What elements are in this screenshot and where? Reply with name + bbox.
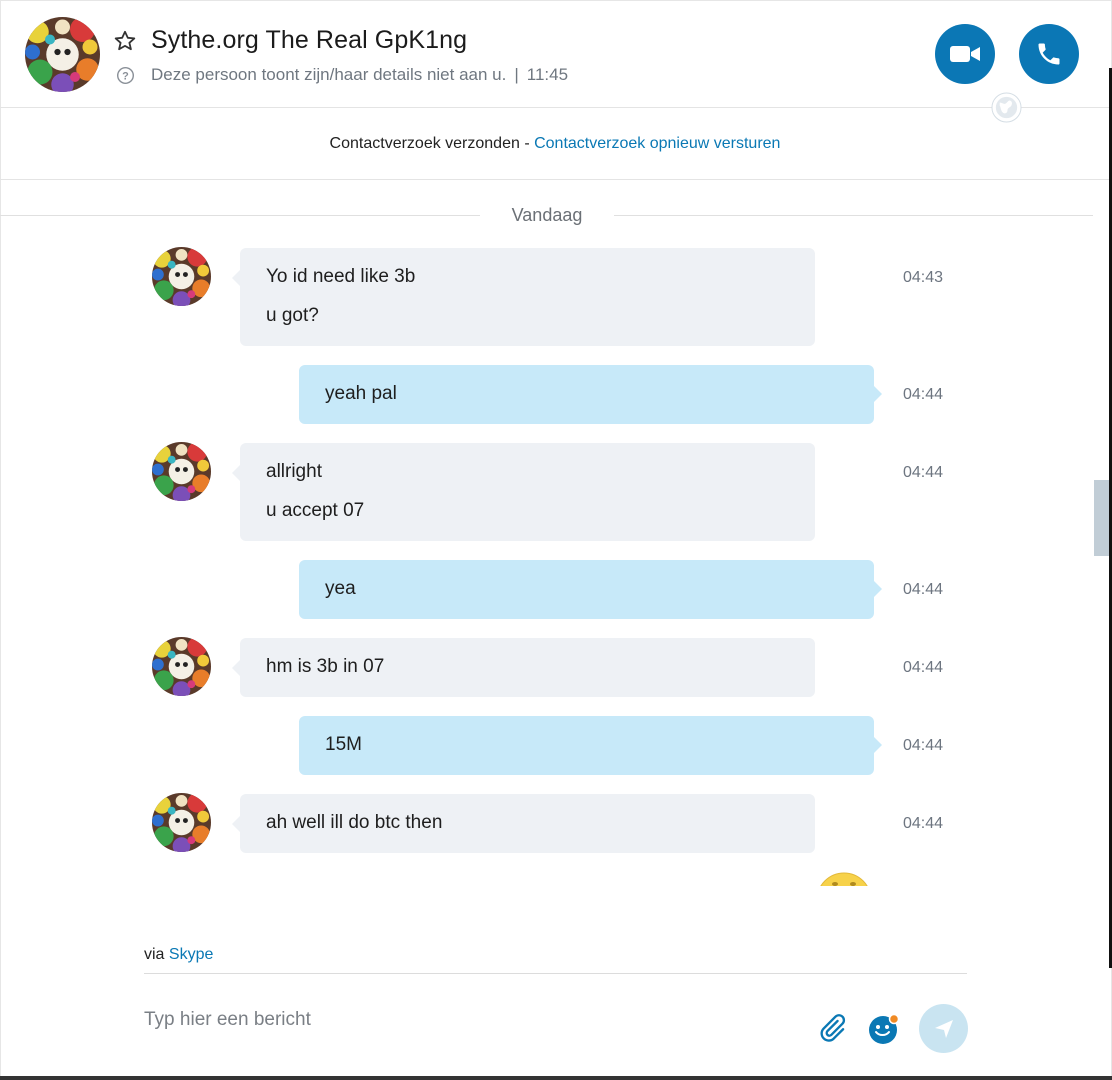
audio-call-button[interactable] <box>1019 24 1079 84</box>
message-timestamp: 04:44 <box>903 815 944 832</box>
message-bubble-incoming[interactable]: ah well ill do btc then <box>232 794 815 853</box>
status-separator: | <box>514 65 519 84</box>
message-bubble-incoming[interactable]: hm is 3b in 07 <box>232 638 815 697</box>
send-arrow-icon <box>934 1019 953 1038</box>
message-timestamp: 04:44 <box>903 737 944 754</box>
via-prefix: via <box>144 946 165 963</box>
message-text: yea <box>325 578 356 599</box>
message-bubble-incoming[interactable]: allright u accept 07 <box>232 443 815 541</box>
message-text: u accept 07 <box>266 500 365 521</box>
star-outline-icon[interactable] <box>113 29 137 53</box>
via-skype-label: via Skype <box>144 946 213 964</box>
emoticon-peek-icon <box>816 872 872 886</box>
video-call-button[interactable] <box>935 24 995 84</box>
contact-name[interactable]: Sythe.org The Real GpK1ng <box>151 26 467 55</box>
skype-link[interactable]: Skype <box>169 946 213 963</box>
message-timestamp: 04:44 <box>903 464 944 481</box>
message-input[interactable] <box>142 1000 796 1040</box>
window-bottom-edge <box>0 1076 1112 1080</box>
message-bubble-incoming[interactable]: Yo id need like 3b u got? <box>232 248 815 346</box>
send-button[interactable] <box>919 1004 968 1053</box>
message-bubble-outgoing[interactable]: yea <box>299 560 882 619</box>
contact-avatar[interactable] <box>25 17 100 92</box>
request-sent-text: Contactverzoek verzonden - <box>329 135 535 152</box>
divider-line-left <box>0 215 480 216</box>
message-timestamp: 04:43 <box>903 269 944 286</box>
message-text: 15M <box>325 734 362 755</box>
phone-icon <box>1038 43 1060 65</box>
resend-request-link[interactable]: Contactverzoek opnieuw versturen <box>534 135 780 152</box>
message-text: ah well ill do btc then <box>266 812 443 833</box>
message-bubble-outgoing[interactable]: yeah pal <box>299 365 882 424</box>
smiley-icon <box>869 1013 900 1044</box>
message-avatar[interactable] <box>152 442 211 501</box>
emoticon-button[interactable] <box>867 1012 901 1046</box>
question-circle-icon[interactable]: ? <box>116 66 135 85</box>
day-divider-label: Vandaag <box>511 205 583 225</box>
svg-text:?: ? <box>122 71 129 83</box>
message-text: hm is 3b in 07 <box>266 656 385 677</box>
attach-button[interactable] <box>817 1013 847 1045</box>
message-avatar[interactable] <box>152 247 211 306</box>
message-text: yeah pal <box>325 383 397 404</box>
message-bubble-outgoing[interactable]: 15M <box>299 716 882 775</box>
message-text: Yo id need like 3b <box>266 266 416 287</box>
message-avatar[interactable] <box>152 637 211 696</box>
contact-request-bar: Contactverzoek verzonden - Contactverzoe… <box>0 108 1110 180</box>
paperclip-icon <box>820 1014 846 1042</box>
message-text: allright <box>266 461 322 482</box>
composer-divider <box>144 973 967 974</box>
local-time: 11:45 <box>526 65 569 84</box>
message-avatar[interactable] <box>152 793 211 852</box>
message-timestamp: 04:44 <box>903 581 944 598</box>
chat-header: Sythe.org The Real GpK1ng ? Deze persoon… <box>0 0 1110 108</box>
scrollbar-thumb[interactable] <box>1094 480 1110 556</box>
video-camera-icon <box>950 46 980 62</box>
status-text: Deze persoon toont zijn/haar details nie… <box>151 65 507 84</box>
message-timestamp: 04:44 <box>903 659 944 676</box>
message-text: u got? <box>266 305 319 326</box>
contact-status: Deze persoon toont zijn/haar details nie… <box>151 65 568 85</box>
divider-line-right <box>614 215 1093 216</box>
message-timestamp: 04:44 <box>903 386 944 403</box>
